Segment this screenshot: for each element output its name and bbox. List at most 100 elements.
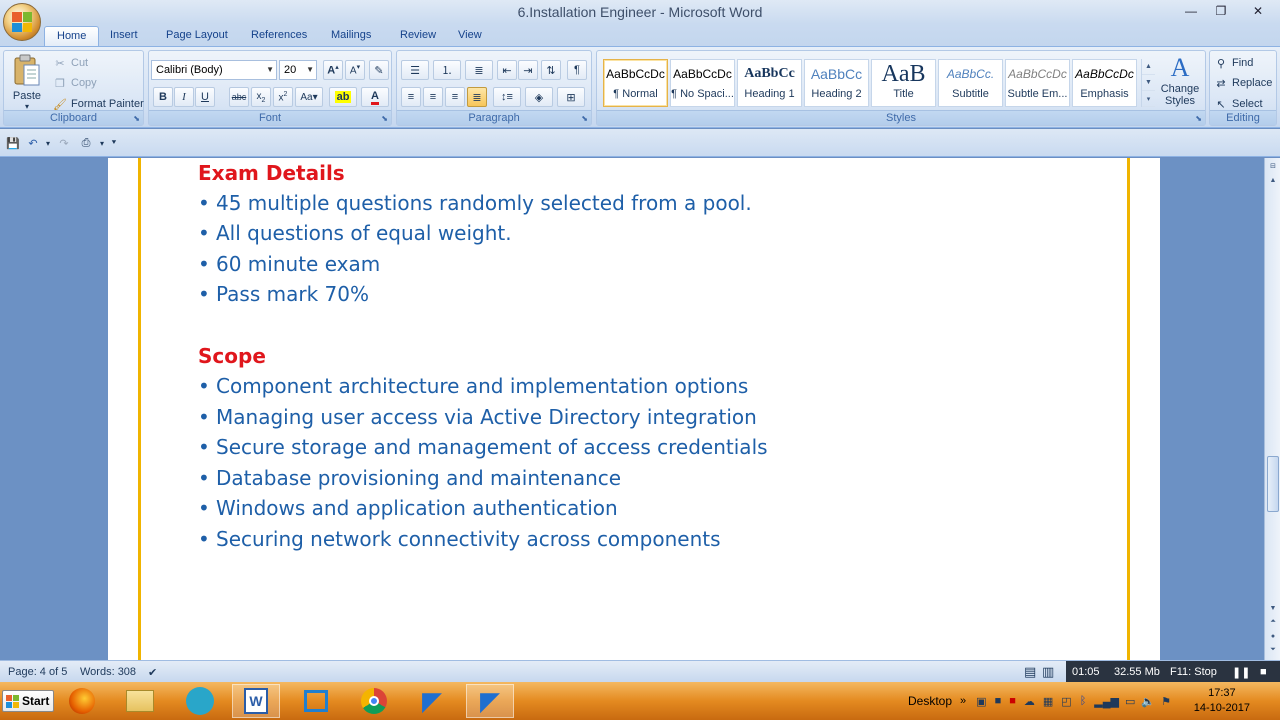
pause-icon[interactable]: ❚❚ — [1232, 666, 1250, 679]
undo-icon[interactable]: ↶ — [25, 135, 41, 151]
next-page-icon[interactable]: ⏷ — [1267, 644, 1279, 656]
style-subtle-emphasis[interactable]: AaBbCcDc Subtle Em... — [1005, 59, 1070, 107]
style-subtitle[interactable]: AaBbCc. Subtitle — [938, 59, 1003, 107]
browse-object-icon[interactable]: ● — [1267, 630, 1279, 642]
style-heading-1[interactable]: AaBbCс Heading 1 — [737, 59, 802, 107]
borders-button[interactable]: ⊞ — [557, 87, 585, 107]
scroll-down-icon[interactable]: ▼ — [1267, 602, 1279, 614]
align-right-button[interactable]: ≡ — [445, 87, 465, 107]
style-title[interactable]: AaB Title — [871, 59, 936, 107]
tab-review[interactable]: Review — [388, 26, 448, 46]
gallery-more-icon[interactable]: ▾ — [1142, 91, 1155, 107]
network-icon[interactable]: ▭ — [1125, 695, 1135, 708]
clipboard-launcher-icon[interactable]: ⬊ — [133, 114, 140, 123]
bold-button[interactable]: B — [153, 87, 173, 107]
gallery-down-icon[interactable]: ▼ — [1142, 75, 1155, 91]
change-case-button[interactable]: Aa▾ — [295, 87, 323, 107]
flag-icon[interactable]: ⚑ — [1161, 695, 1171, 708]
tab-page-layout[interactable]: Page Layout — [154, 26, 240, 46]
document-page[interactable]: Exam Details • 45 multiple questions rand… — [108, 158, 1160, 660]
clock[interactable]: 17:37 14-10-2017 — [1194, 686, 1250, 716]
shading-button[interactable]: ◈ — [525, 87, 553, 107]
line-spacing-button[interactable]: ↕≡ — [493, 87, 521, 107]
style-heading-2[interactable]: AaBbCc Heading 2 — [804, 59, 869, 107]
tray-icon-3[interactable]: ■ — [1009, 695, 1016, 707]
bluetooth-icon[interactable]: ᛒ — [1080, 695, 1087, 707]
scroll-thumb[interactable] — [1267, 456, 1279, 512]
redo-icon[interactable]: ↷ — [56, 135, 72, 151]
desktop-label[interactable]: Desktop — [908, 694, 952, 708]
print-layout-icon[interactable]: ▤ — [1024, 664, 1036, 680]
style-no-spacing[interactable]: AaBbCcDc ¶ No Spaci... — [670, 59, 735, 107]
bullets-button[interactable]: ☰ — [401, 60, 429, 80]
tab-home[interactable]: Home — [44, 26, 100, 46]
taskbar-app-blue-1[interactable]: ◤ — [408, 684, 456, 718]
full-screen-reading-icon[interactable]: ▥ — [1042, 664, 1054, 680]
vertical-scrollbar[interactable]: ⊟ ▲ ▼ ⏶ ● ⏷ — [1264, 158, 1280, 660]
volume-icon[interactable]: 🔈 — [1141, 695, 1155, 708]
restore-button[interactable]: ❐ — [1206, 0, 1236, 22]
align-left-button[interactable]: ≡ — [401, 87, 421, 107]
decrease-indent-button[interactable]: ⇤ — [497, 60, 517, 80]
font-launcher-icon[interactable]: ⬊ — [381, 114, 388, 123]
tab-insert[interactable]: Insert — [98, 26, 150, 46]
font-color-button[interactable]: A — [361, 87, 389, 107]
superscript-button[interactable]: x2 — [273, 87, 293, 107]
justify-button[interactable]: ≣ — [467, 87, 487, 107]
taskbar-explorer[interactable] — [116, 684, 164, 718]
taskbar-firefox[interactable] — [58, 684, 106, 718]
paste-button[interactable]: Paste ▾ — [8, 53, 46, 111]
subscript-button[interactable]: x2 — [251, 87, 271, 107]
tray-icon-5[interactable]: ▦ — [1043, 695, 1053, 708]
replace-button[interactable]: ⇄ Replace — [1213, 73, 1272, 93]
gallery-up-icon[interactable]: ▲ — [1142, 59, 1155, 75]
multilevel-list-button[interactable]: ≣ — [465, 60, 493, 80]
tab-view[interactable]: View — [446, 26, 494, 46]
office-button[interactable] — [3, 3, 41, 41]
signal-icon[interactable]: ▂▄▆ — [1094, 695, 1119, 708]
expand-tray-icon[interactable]: » — [960, 695, 966, 707]
taskbar-word[interactable]: W — [232, 684, 280, 718]
cloud-icon[interactable]: ☁ — [1024, 695, 1035, 708]
highlight-button[interactable]: ab — [329, 87, 357, 107]
minimize-button[interactable]: — — [1176, 0, 1206, 22]
tray-icon-1[interactable]: ▣ — [976, 695, 986, 708]
stop-icon[interactable]: ■ — [1260, 666, 1267, 678]
increase-indent-button[interactable]: ⇥ — [518, 60, 538, 80]
print-preview-icon[interactable]: ⎙ — [78, 135, 94, 151]
underline-button[interactable]: U — [195, 87, 215, 107]
clear-formatting-button[interactable]: ✎ — [369, 60, 389, 80]
style-emphasis[interactable]: AaBbCcDc Emphasis — [1072, 59, 1137, 107]
grow-font-button[interactable]: A▴ — [323, 60, 343, 80]
close-button[interactable]: ✕ — [1236, 0, 1280, 22]
italic-button[interactable]: I — [174, 87, 194, 107]
show-hide-button[interactable]: ¶ — [567, 60, 587, 80]
taskbar-app-circle[interactable] — [176, 684, 224, 718]
copy-button[interactable]: ❐ Copy — [52, 73, 97, 93]
scroll-up-icon[interactable]: ▲ — [1267, 174, 1279, 186]
previous-page-icon[interactable]: ⏶ — [1267, 616, 1279, 628]
taskbar-app-blue-2[interactable]: ◤ — [466, 684, 514, 718]
styles-launcher-icon[interactable]: ⬊ — [1195, 114, 1202, 123]
tray-icon-2[interactable]: ■ — [995, 695, 1002, 707]
page-count[interactable]: Page: 4 of 5 — [8, 666, 67, 678]
shrink-font-button[interactable]: A▾ — [345, 60, 365, 80]
numbering-button[interactable]: ⒈ — [433, 60, 461, 80]
word-count[interactable]: Words: 308 — [80, 666, 136, 678]
start-button[interactable]: Start — [2, 690, 54, 712]
tab-mailings[interactable]: Mailings — [319, 26, 383, 46]
strikethrough-button[interactable]: abc — [229, 87, 249, 107]
sort-button[interactable]: ⇅ — [541, 60, 561, 80]
change-styles-button[interactable]: A Change Styles — [1157, 53, 1203, 111]
find-button[interactable]: ⚲ Find — [1213, 53, 1253, 73]
align-center-button[interactable]: ≡ — [423, 87, 443, 107]
font-size-combo[interactable]: 20 ▼ — [279, 60, 317, 80]
ruler-toggle-icon[interactable]: ⊟ — [1267, 160, 1279, 172]
save-icon[interactable]: 💾 — [5, 135, 21, 151]
recording-stop[interactable]: F11: Stop — [1170, 666, 1217, 678]
customize-qat-icon[interactable]: ⯆ — [106, 135, 122, 151]
font-name-combo[interactable]: Calibri (Body) ▼ — [151, 60, 277, 80]
taskbar-capture[interactable] — [292, 684, 340, 718]
tab-references[interactable]: References — [239, 26, 319, 46]
undo-dropdown-icon[interactable]: ▾ — [40, 135, 56, 151]
